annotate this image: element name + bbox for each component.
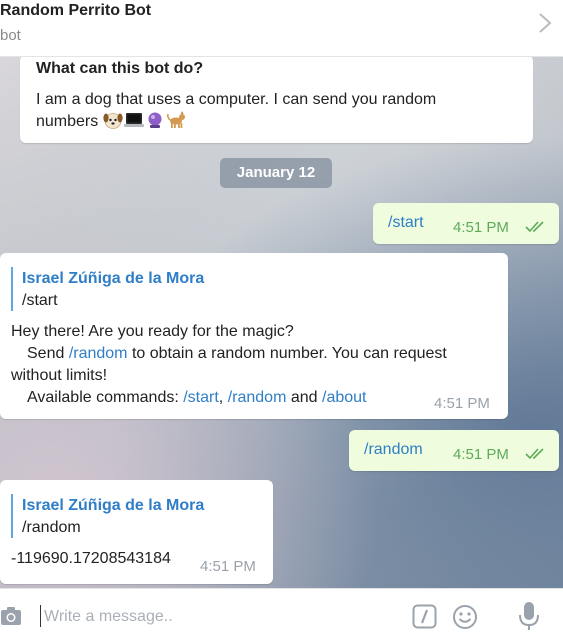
read-checkmarks-icon bbox=[525, 221, 544, 233]
text-caret bbox=[40, 605, 41, 627]
message-time: 4:51 PM bbox=[200, 558, 256, 575]
bot-description-body: I am a dog that uses a computer. I can s… bbox=[36, 91, 437, 130]
message-text: , bbox=[218, 389, 224, 406]
message-text: to obtain a random number. You can reque… bbox=[127, 345, 447, 362]
message-text[interactable]: /random bbox=[364, 439, 423, 461]
command-icon[interactable] bbox=[412, 604, 437, 629]
message-body: Hey there! Are you ready for the magic? … bbox=[11, 321, 501, 409]
camera-icon[interactable] bbox=[0, 605, 22, 627]
chat-history[interactable]: What can this bot do? I am a dog that us… bbox=[0, 57, 563, 588]
reply-quote-bar bbox=[11, 494, 13, 538]
message-line: Send /random to obtain a random number. … bbox=[11, 343, 501, 365]
command-link-start[interactable]: /start bbox=[183, 389, 219, 406]
chat-subtitle: bot bbox=[0, 27, 21, 44]
incoming-message[interactable]: Israel Zúñiga de la Mora /start Hey ther… bbox=[0, 253, 508, 419]
message-time: 4:51 PM bbox=[453, 219, 509, 236]
reply-text: /random bbox=[22, 519, 81, 536]
reply-text: /start bbox=[22, 292, 58, 309]
outgoing-message[interactable]: /start 4:51 PM bbox=[373, 203, 559, 244]
message-time: 4:51 PM bbox=[453, 446, 509, 463]
message-line: Available commands: /start, /random and … bbox=[11, 387, 501, 409]
command-link-random[interactable]: /random bbox=[69, 345, 128, 362]
message-line: without limits! bbox=[11, 367, 108, 384]
outgoing-message[interactable]: /random 4:51 PM bbox=[349, 430, 559, 471]
message-text: Available commands: bbox=[27, 389, 184, 406]
emoji-icon[interactable] bbox=[452, 604, 478, 630]
bot-description-card: What can this bot do? I am a dog that us… bbox=[20, 57, 533, 143]
date-separator: January 12 bbox=[220, 158, 332, 188]
command-link-random[interactable]: /random bbox=[228, 389, 287, 406]
message-text: and bbox=[290, 389, 318, 406]
message-time: 4:51 PM bbox=[434, 395, 490, 412]
reply-author[interactable]: Israel Zúñiga de la Mora bbox=[22, 495, 204, 517]
message-line: Hey there! Are you ready for the magic? bbox=[11, 323, 294, 340]
message-text: Send bbox=[27, 345, 69, 362]
chat-header: Random Perrito Bot bot bbox=[0, 0, 563, 57]
chevron-right-icon[interactable] bbox=[537, 12, 553, 34]
message-composer: Write a message.. bbox=[0, 588, 563, 642]
message-text[interactable]: /start bbox=[388, 212, 424, 234]
crystal-ball-emoji-icon bbox=[145, 111, 165, 136]
command-link-about[interactable]: /about bbox=[322, 389, 366, 406]
reply-quote-bar bbox=[11, 267, 13, 311]
incoming-message[interactable]: Israel Zúñiga de la Mora /random -119690… bbox=[0, 480, 273, 584]
chat-title[interactable]: Random Perrito Bot bbox=[0, 2, 151, 20]
read-checkmarks-icon bbox=[525, 448, 544, 460]
dog-emoji-icon bbox=[165, 111, 187, 136]
microphone-icon[interactable] bbox=[518, 601, 540, 633]
dog-face-emoji-icon bbox=[103, 111, 123, 136]
message-body: -119690.17208543184 bbox=[11, 550, 171, 567]
laptop-emoji-icon bbox=[123, 111, 145, 136]
bot-description-text: I am a dog that uses a computer. I can s… bbox=[36, 89, 476, 136]
bot-description-title: What can this bot do? bbox=[36, 60, 204, 77]
message-input[interactable]: Write a message.. bbox=[44, 608, 173, 626]
reply-author[interactable]: Israel Zúñiga de la Mora bbox=[22, 268, 204, 290]
